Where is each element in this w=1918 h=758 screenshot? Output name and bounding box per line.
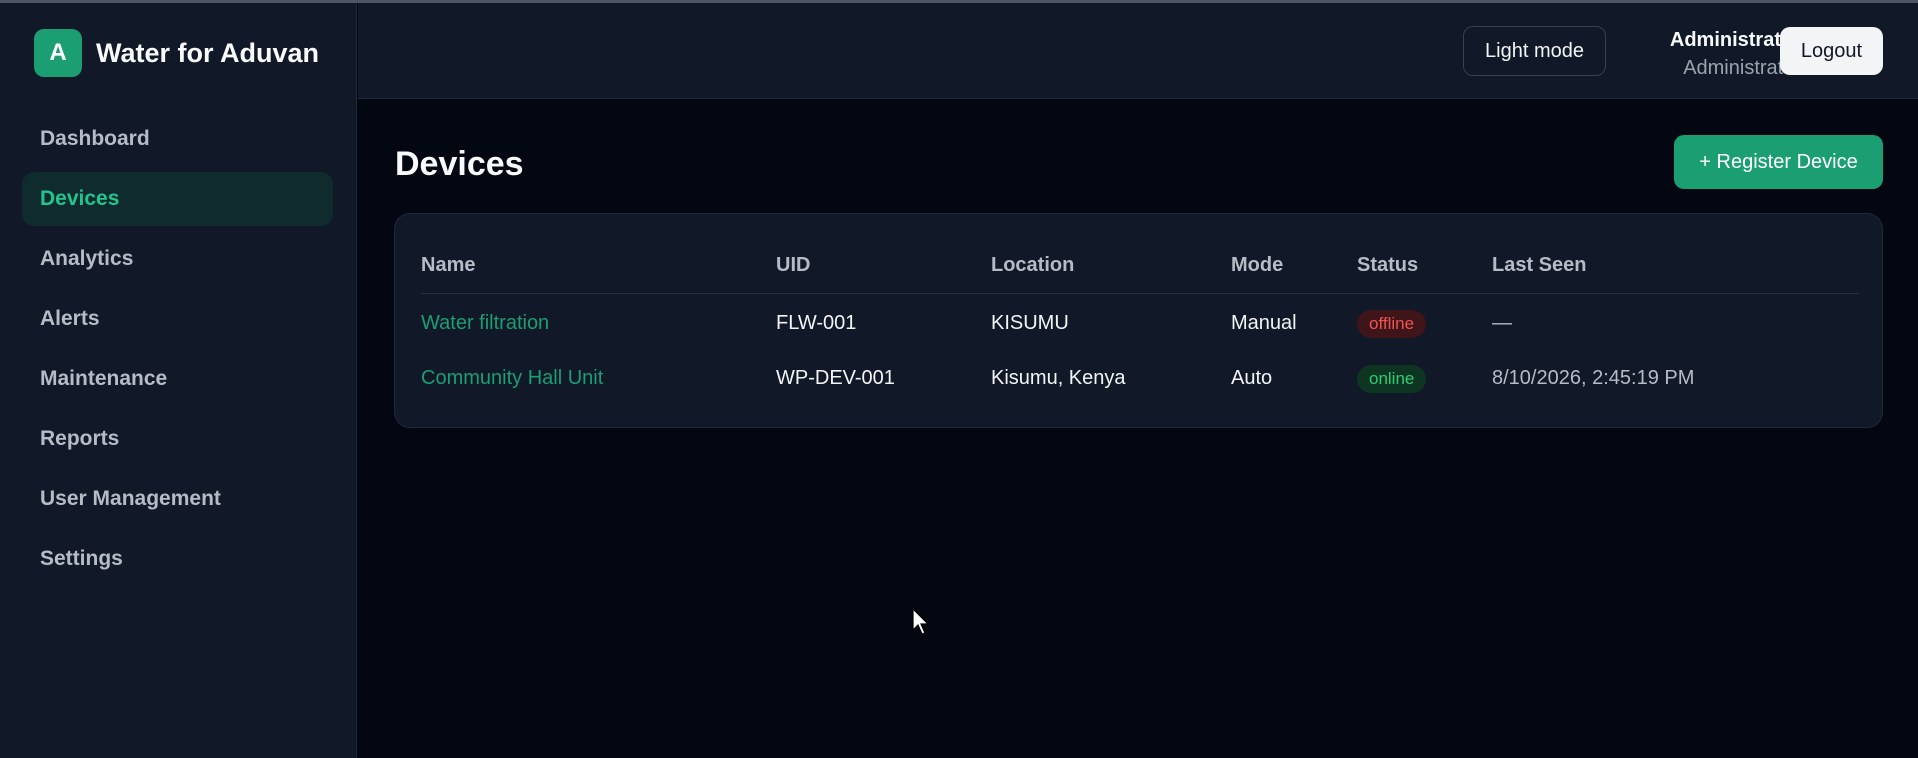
page-title: Devices (395, 145, 524, 183)
device-location: Kisumu, Kenya (991, 367, 1126, 389)
register-device-button[interactable]: + Register Device (1674, 135, 1883, 189)
sidebar-item-alerts[interactable]: Alerts (22, 292, 333, 346)
device-status-cell: online (1357, 363, 1427, 393)
mouse-cursor-icon (912, 608, 930, 635)
device-name-link[interactable]: Community Hall Unit (421, 363, 603, 393)
sidebar-item-settings[interactable]: Settings (22, 532, 333, 586)
table-row[interactable]: Water filtration FLW-001 KISUMU Manual o… (421, 308, 1859, 338)
column-header-uid[interactable]: UID (776, 254, 810, 277)
table-header-row: Name UID Location Mode Status Last Seen (421, 254, 1859, 294)
sidebar-item-user-management[interactable]: User Management (22, 472, 333, 526)
brand-logo-icon: A (34, 29, 82, 77)
column-header-name[interactable]: Name (421, 254, 475, 277)
status-badge: offline (1357, 310, 1427, 338)
column-header-location[interactable]: Location (991, 254, 1074, 277)
device-mode: Manual (1231, 312, 1297, 334)
sidebar-item-dashboard[interactable]: Dashboard (22, 112, 333, 166)
sidebar-item-analytics[interactable]: Analytics (22, 232, 333, 286)
device-mode: Auto (1231, 367, 1273, 389)
column-header-last-seen[interactable]: Last Seen (1492, 254, 1586, 277)
brand-name: Water for Aduvan (96, 37, 320, 68)
sidebar-item-reports[interactable]: Reports (22, 412, 333, 466)
sidebar: A Water for Aduvan Dashboard Devices Ana… (0, 3, 357, 758)
device-last-seen: 8/10/2026, 2:45:19 PM (1492, 367, 1695, 389)
device-last-seen: — (1492, 312, 1512, 334)
column-header-status[interactable]: Status (1357, 254, 1418, 277)
device-uid: FLW-001 (776, 312, 857, 334)
sidebar-nav: Dashboard Devices Analytics Alerts Maint… (22, 112, 333, 592)
devices-table-card: Name UID Location Mode Status Last Seen … (394, 213, 1883, 428)
top-header: Light mode Administrator Administrator L… (358, 3, 1918, 99)
device-name-link[interactable]: Water filtration (421, 308, 549, 338)
logout-button[interactable]: Logout (1780, 27, 1883, 75)
light-mode-toggle-button[interactable]: Light mode (1463, 26, 1606, 76)
status-badge: online (1357, 365, 1427, 393)
column-header-mode[interactable]: Mode (1231, 254, 1283, 277)
device-status-cell: offline (1357, 308, 1427, 338)
device-uid: WP-DEV-001 (776, 367, 895, 389)
sidebar-item-maintenance[interactable]: Maintenance (22, 352, 333, 406)
brand[interactable]: A Water for Aduvan (34, 29, 319, 77)
table-row[interactable]: Community Hall Unit WP-DEV-001 Kisumu, K… (421, 363, 1859, 393)
sidebar-item-devices[interactable]: Devices (22, 172, 333, 226)
device-location: KISUMU (991, 312, 1069, 334)
